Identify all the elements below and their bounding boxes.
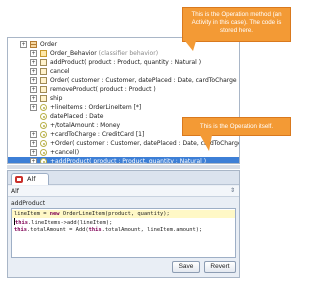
operation-icon <box>40 95 47 102</box>
tree-row-note: (classifier behavior) <box>96 50 159 57</box>
code-line[interactable]: this.totalAmount = Add(this.totalAmount,… <box>14 226 202 234</box>
tree-row[interactable]: + ship <box>8 94 239 103</box>
property-icon <box>40 104 47 111</box>
tree-row-label: +addProduct( product : Product, quantity… <box>50 158 207 164</box>
tree-row-label: +lineItems : OrderLineItem [*] <box>50 104 142 111</box>
section-title: Alf <box>11 188 19 195</box>
expand-toggle-icon[interactable]: + <box>30 50 37 57</box>
tree-row-label: +cancel() <box>50 149 80 156</box>
tree-row[interactable]: + +addProduct( product : Product, quantit… <box>8 157 239 164</box>
revert-button[interactable]: Revert <box>204 261 236 273</box>
code-editor[interactable]: lineItem = new OrderLineItem(product, qu… <box>11 208 236 258</box>
tab-alf-label: Alf <box>27 175 36 183</box>
panel-splitter[interactable] <box>7 165 240 169</box>
class-icon <box>30 41 37 48</box>
tree-row-label: Order( customer : Customer, datePlaced :… <box>50 77 240 84</box>
property-icon <box>40 149 47 156</box>
expand-toggle-icon[interactable]: + <box>30 77 37 84</box>
behavior-icon <box>40 50 47 57</box>
property-icon <box>40 131 47 138</box>
tab-alf[interactable]: Alf <box>11 173 49 185</box>
tab-bar: Alf <box>8 171 239 185</box>
alf-icon <box>15 176 23 183</box>
expand-toggle-icon[interactable]: + <box>30 59 37 66</box>
code-keyword: new <box>49 211 60 217</box>
expand-toggle-icon[interactable]: + <box>30 95 37 102</box>
expand-toggle-icon[interactable]: + <box>30 68 37 75</box>
tree-row-label: datePlaced : Date <box>50 113 104 120</box>
expand-toggle-icon[interactable]: + <box>20 41 27 48</box>
code-text: lineItem = <box>14 211 50 217</box>
property-icon <box>40 158 47 163</box>
expand-toggle-icon[interactable]: + <box>30 158 37 163</box>
operation-icon <box>40 59 47 66</box>
tree-row[interactable]: + cancel <box>8 67 239 76</box>
alf-editor-panel: Alf Alf ⇕ addProduct lineItem = new Orde… <box>7 170 240 278</box>
tree-row-label: ship <box>50 95 63 102</box>
tree-row-label: removeProduct( product : Product ) <box>50 86 156 93</box>
callout-method-pointer <box>185 41 196 51</box>
code-text: OrderLineItem(product, quantity); <box>59 211 170 217</box>
property-icon <box>40 122 47 129</box>
property-icon <box>40 140 47 147</box>
callout-operation-note: This is the Operation itself. <box>182 117 291 136</box>
operation-icon <box>40 86 47 93</box>
tree-row[interactable]: + removeProduct( product : Product ) <box>8 85 239 94</box>
scroll-arrows-icon[interactable]: ⇕ <box>229 188 236 194</box>
tree-row-label: +cardToCharge : CreditCard [1] <box>50 131 145 138</box>
expand-toggle-icon[interactable]: + <box>30 104 37 111</box>
code-keyword: this <box>14 227 27 233</box>
tree-row[interactable]: + addProduct( product : Product, quantity… <box>8 58 239 67</box>
save-button[interactable]: Save <box>172 261 200 273</box>
code-text: .totalAmount, lineItem.amount); <box>101 227 203 233</box>
tree-row-label: Order_Behavior (classifier behavior) <box>50 50 159 57</box>
code-line[interactable]: this.lineItems->add(lineItem); <box>14 218 112 226</box>
code-keyword: this <box>88 227 102 233</box>
tree-row[interactable]: + Order( customer : Customer, datePlaced … <box>8 76 239 85</box>
operation-name: addProduct <box>11 200 46 207</box>
callout-method-note: This is the Operation method (an Activit… <box>182 7 291 42</box>
property-icon <box>40 113 47 120</box>
tree-row-label: Order <box>40 41 58 48</box>
tree-row-label: +/totalAmount : Money <box>50 122 121 129</box>
operation-icon <box>40 68 47 75</box>
expand-toggle-icon[interactable]: + <box>30 140 37 147</box>
callout-operation-pointer <box>200 135 212 151</box>
code-line[interactable]: lineItem = new OrderLineItem(product, qu… <box>12 210 235 218</box>
tree-row[interactable]: + Order_Behavior (classifier behavior) <box>8 49 239 58</box>
tree-row-label: cancel <box>50 68 70 75</box>
expand-toggle-icon[interactable]: + <box>30 149 37 156</box>
code-text: .totalAmount = Add( <box>26 227 89 233</box>
expand-toggle-icon[interactable]: + <box>30 131 37 138</box>
expand-toggle-icon[interactable]: + <box>30 86 37 93</box>
tree-row-label: addProduct( product : Product, quantity … <box>50 59 202 66</box>
tree-row[interactable]: + +lineItems : OrderLineItem [*] <box>8 103 239 112</box>
section-header: Alf ⇕ <box>8 186 239 197</box>
operation-icon <box>40 77 47 84</box>
